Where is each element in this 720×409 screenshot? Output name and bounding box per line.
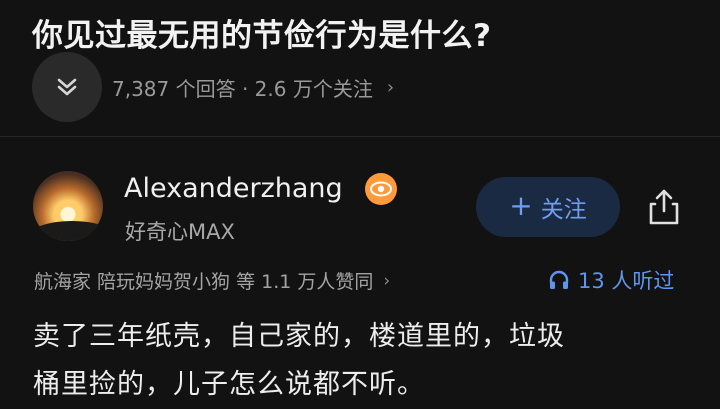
question-title[interactable]: 你见过最无用的节俭行为是什么? xyxy=(32,10,491,55)
answer-body[interactable]: 卖了三年纸壳，自己家的，楼道里的，垃圾 桶里捡的，儿子怎么说都不听。 xyxy=(33,313,703,409)
author-headline: 好奇心MAX xyxy=(125,220,235,244)
plus-icon: + xyxy=(509,189,533,222)
answer-follow-count: 7,387 个回答 · 2.6 万个关注 xyxy=(112,77,373,101)
answer-body-line: 卖了三年纸壳，自己家的，楼道里的，垃圾 xyxy=(33,321,565,352)
avatar[interactable] xyxy=(33,171,103,241)
headphones-icon xyxy=(549,270,569,289)
upvoters-text: 航海家 陪玩妈妈贺小狗 等 1.1 万人赞同 xyxy=(34,271,374,293)
share-icon xyxy=(649,189,679,225)
upvoters-row[interactable]: 航海家 陪玩妈妈贺小狗 等 1.1 万人赞同 › xyxy=(34,267,390,294)
follow-button[interactable]: + 关注 xyxy=(476,177,620,237)
listen-label: 13 人听过 xyxy=(578,269,675,293)
answer-body-line: 桶里捡的，儿子怎么说都不听。 xyxy=(33,369,425,400)
answer-card: Alexanderzhang 好奇心MAX + 关注 航海家 陪玩妈妈贺小狗 等… xyxy=(0,137,720,405)
chevron-double-down-icon xyxy=(57,78,77,96)
follow-label: 关注 xyxy=(540,197,587,223)
collapse-button[interactable] xyxy=(32,52,102,122)
listen-count[interactable]: 13 人听过 xyxy=(548,265,674,295)
question-header: 你见过最无用的节俭行为是什么? 7,387 个回答 · 2.6 万个关注 › xyxy=(0,0,720,136)
chevron-right-icon: › xyxy=(383,270,391,291)
question-meta[interactable]: 7,387 个回答 · 2.6 万个关注 › xyxy=(112,73,394,102)
share-button[interactable] xyxy=(642,183,686,231)
author-name[interactable]: Alexanderzhang xyxy=(124,173,343,204)
chevron-right-icon: › xyxy=(386,77,395,98)
eye-badge-icon xyxy=(365,173,397,205)
